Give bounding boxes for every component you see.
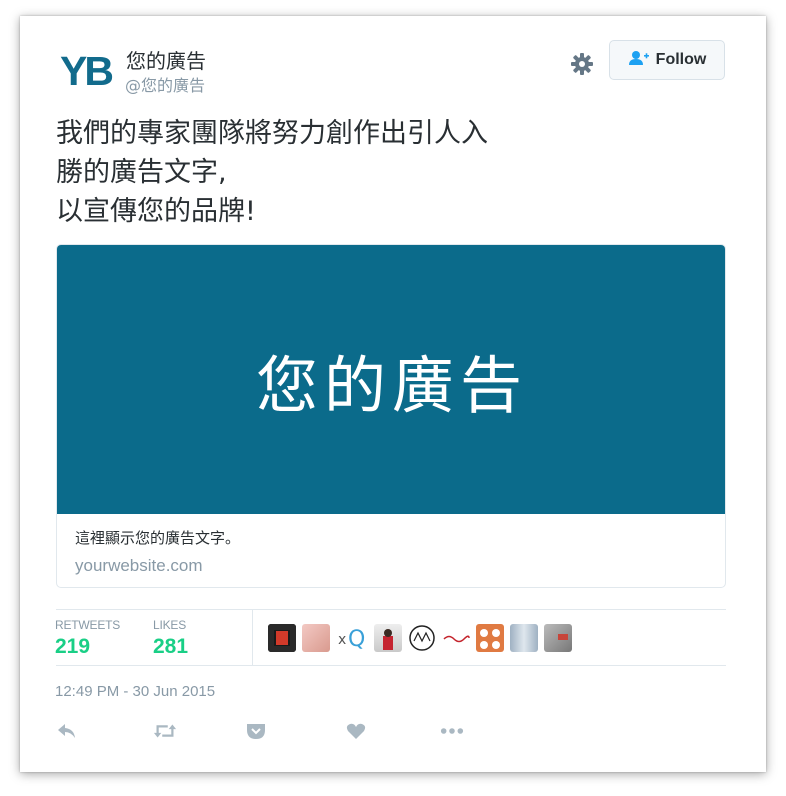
ad-card-url[interactable]: yourwebsite.com <box>75 556 203 576</box>
ad-card-image[interactable]: 您的廣告 <box>57 245 725 514</box>
avatar[interactable] <box>268 624 296 652</box>
tweet-card: YB 您的廣告 @您的廣告 Follow 我們的專家團隊將努力創作出引人入 勝的… <box>20 16 766 772</box>
avatar[interactable] <box>302 624 330 652</box>
avatar[interactable] <box>408 624 436 652</box>
retweets-count[interactable]: 219 <box>55 635 90 659</box>
ad-card-description: 這裡顯示您的廣告文字。 <box>75 529 241 547</box>
tweet-text: 我們的專家團隊將努力創作出引人入 勝的廣告文字, 以宣傳您的品牌! <box>56 118 488 227</box>
avatar[interactable] <box>544 624 572 652</box>
liker-avatars: xQ <box>268 623 578 653</box>
avatar[interactable] <box>510 624 538 652</box>
stats-divider-bottom <box>56 665 726 666</box>
pocket-icon[interactable] <box>244 719 268 743</box>
likes-label[interactable]: LIKES <box>153 618 186 632</box>
svg-text:x: x <box>338 632 346 648</box>
retweet-icon[interactable] <box>153 719 177 743</box>
avatar[interactable] <box>442 624 470 652</box>
likes-count[interactable]: 281 <box>153 635 188 659</box>
user-handle[interactable]: @您的廣告 <box>125 72 205 96</box>
stats-separator <box>252 609 253 665</box>
retweets-label[interactable]: RETWEETS <box>55 618 120 632</box>
gear-icon[interactable] <box>570 52 594 76</box>
tweet-timestamp[interactable]: 12:49 PM - 30 Jun 2015 <box>55 683 215 700</box>
ad-card-image-text: 您的廣告 <box>255 348 528 422</box>
heart-icon[interactable] <box>344 719 368 743</box>
more-icon[interactable] <box>440 719 464 743</box>
profile-avatar[interactable]: YB <box>60 49 118 93</box>
follow-user-icon <box>628 50 650 71</box>
svg-text:Q: Q <box>348 627 365 652</box>
display-name[interactable]: 您的廣告 <box>126 45 206 74</box>
avatar[interactable] <box>374 624 402 652</box>
reply-icon[interactable] <box>55 719 79 743</box>
avatar[interactable] <box>476 624 504 652</box>
avatar[interactable]: xQ <box>336 624 368 652</box>
stats-divider-top <box>56 609 726 610</box>
follow-label: Follow <box>655 51 707 68</box>
ad-card[interactable]: 您的廣告 這裡顯示您的廣告文字。 yourwebsite.com <box>56 244 726 588</box>
follow-button[interactable]: Follow <box>609 40 725 80</box>
